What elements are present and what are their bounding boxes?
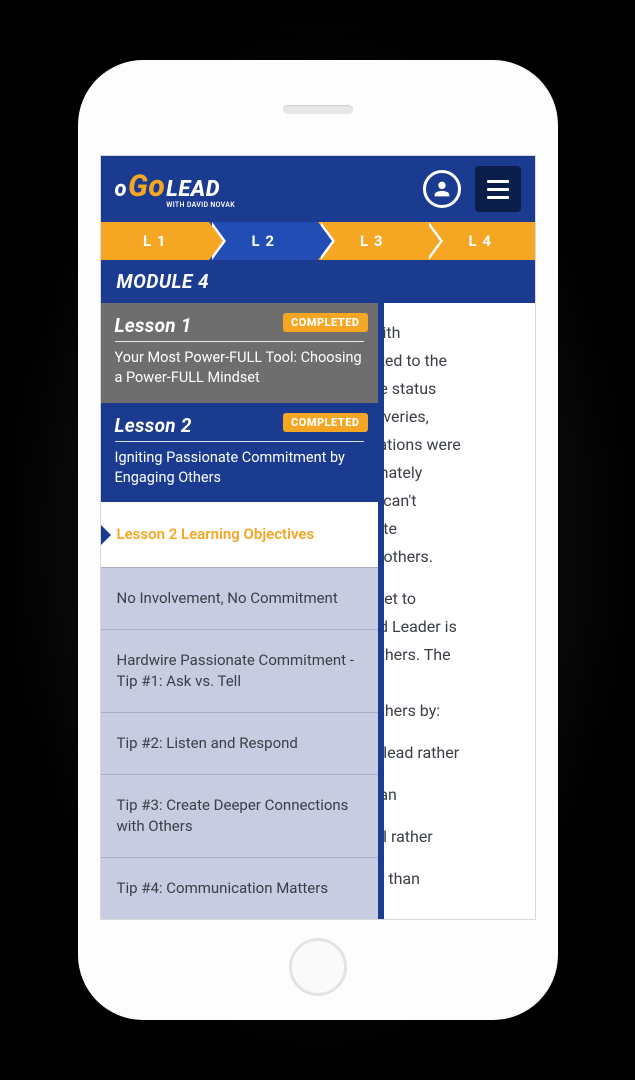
lesson-sidebar: COMPLETED Lesson 1 Your Most Power-FULL … — [101, 303, 384, 920]
lesson-2-card[interactable]: COMPLETED Lesson 2 Igniting Passionate C… — [101, 403, 378, 503]
completed-badge: COMPLETED — [283, 413, 367, 432]
phone-frame: o Go LEAD WITH DAVID NOVAK L 1 L 2 L 3 L… — [78, 60, 558, 1020]
lesson-1-card[interactable]: COMPLETED Lesson 1 Your Most Power-FULL … — [101, 303, 378, 403]
lesson-2-topics: Lesson 2 Learning Objectives No Involvem… — [101, 502, 378, 920]
lesson-nav: L 1 L 2 L 3 L 4 — [101, 222, 535, 260]
topic-tip-3[interactable]: Tip #3: Create Deeper Connections with O… — [101, 775, 378, 858]
logo-lead: LEAD — [166, 180, 235, 200]
logo-go: Go — [128, 169, 165, 204]
module-title: MODULE 4 — [101, 260, 535, 303]
profile-icon[interactable] — [423, 170, 461, 208]
nav-l1[interactable]: L 1 — [101, 222, 210, 260]
app-screen: o Go LEAD WITH DAVID NOVAK L 1 L 2 L 3 L… — [100, 155, 536, 920]
topic-tip-1[interactable]: Hardwire Passionate Commitment - Tip #1:… — [101, 630, 378, 713]
lesson-1-desc: Your Most Power-FULL Tool: Choosing a Po… — [115, 348, 364, 389]
app-header: o Go LEAD WITH DAVID NOVAK — [101, 156, 535, 222]
topic-tip-2[interactable]: Tip #2: Listen and Respond — [101, 713, 378, 775]
home-button[interactable] — [289, 938, 347, 996]
hamburger-menu-icon[interactable] — [475, 166, 521, 212]
topic-no-involvement[interactable]: No Involvement, No Commitment — [101, 568, 378, 630]
topic-tip-4[interactable]: Tip #4: Communication Matters — [101, 858, 378, 920]
lesson-2-desc: Igniting Passionate Commitment by Engagi… — [115, 448, 364, 489]
completed-badge: COMPLETED — [283, 313, 367, 332]
topic-learning-objectives[interactable]: Lesson 2 Learning Objectives — [101, 502, 378, 568]
logo-o: o — [115, 177, 128, 202]
app-logo[interactable]: o Go LEAD WITH DAVID NOVAK — [115, 169, 235, 208]
background-article-text: with itted to the ne status ioveries, za… — [371, 303, 525, 907]
phone-speaker — [283, 105, 353, 114]
logo-tagline: WITH DAVID NOVAK — [166, 202, 235, 208]
